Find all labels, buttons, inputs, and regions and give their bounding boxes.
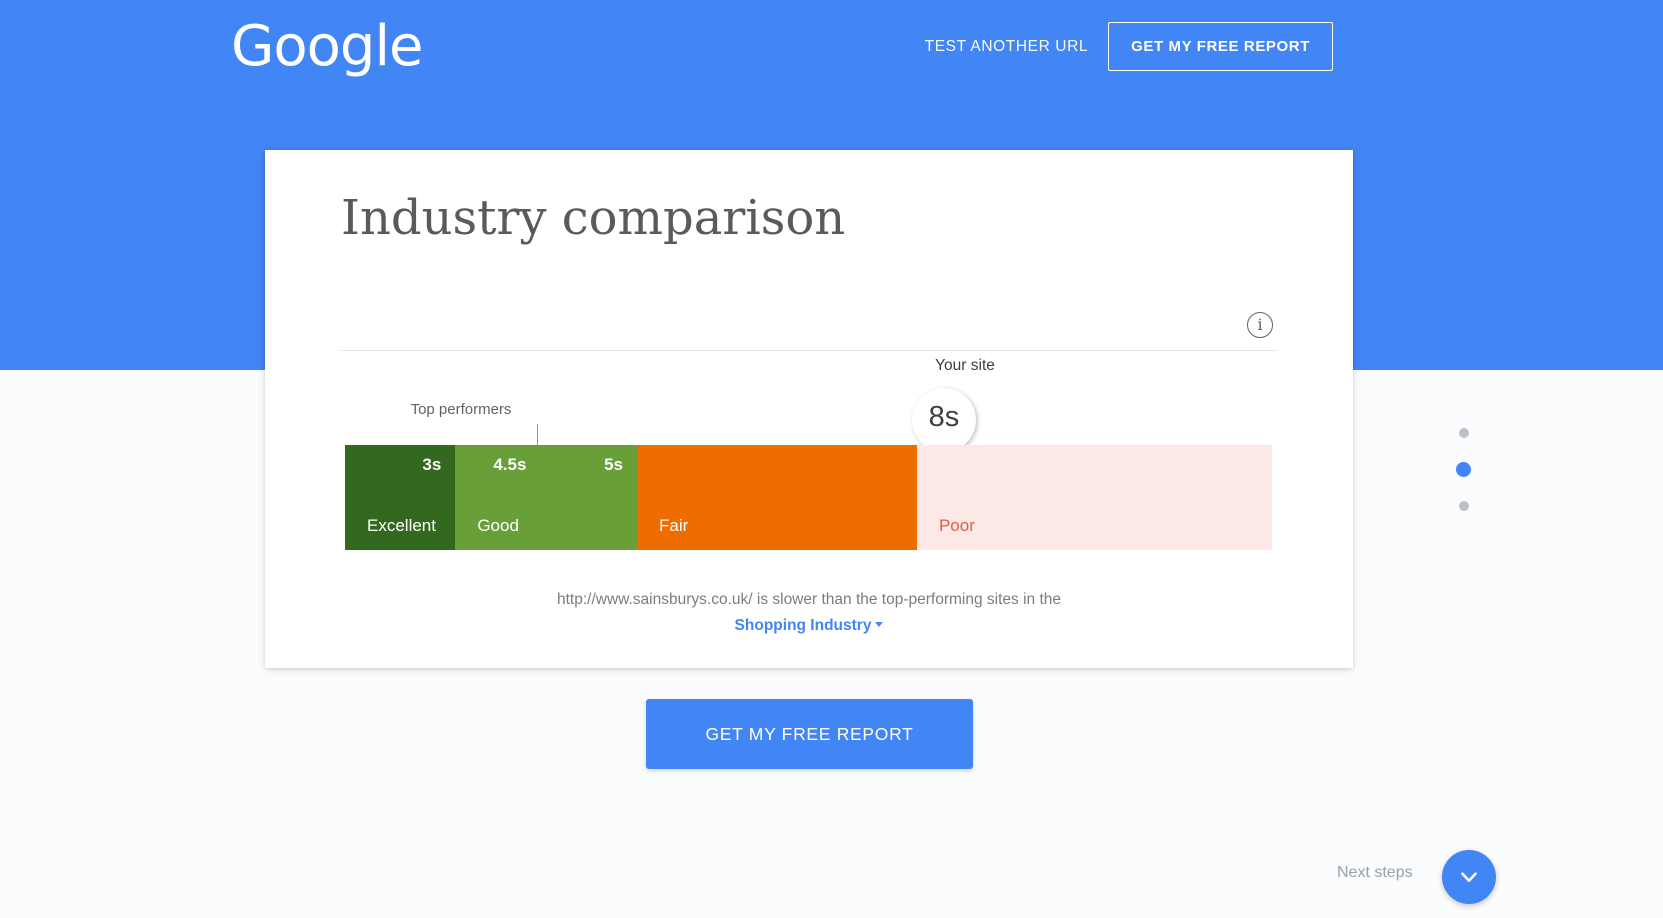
header-bar: Google TEST ANOTHER URL GET MY FREE REPO… [0, 0, 1663, 95]
get-free-report-button[interactable]: GET MY FREE REPORT [646, 699, 973, 769]
info-icon[interactable]: i [1247, 312, 1273, 338]
band-boundary-time-good: 4.5s [493, 455, 527, 474]
chevron-down-icon [875, 622, 884, 627]
speed-band-bar: 3s Excellent 4.5s 5s Good Fair Poor [345, 445, 1272, 550]
scroll-down-button[interactable] [1442, 850, 1496, 904]
chevron-down-icon [1461, 872, 1477, 883]
card-divider [341, 350, 1277, 351]
band-label-excellent: Excellent [367, 516, 436, 535]
band-label-poor: Poor [938, 516, 975, 535]
industry-dropdown[interactable]: Shopping Industry [735, 614, 884, 637]
caption-text: is slower than the top-performing sites … [752, 591, 1061, 608]
pagination-dots [1456, 428, 1471, 511]
your-site-annotation: Your site [935, 357, 995, 374]
your-site-value: 8s [928, 400, 960, 433]
caption: http://www.sainsburys.co.uk/ is slower t… [265, 588, 1353, 637]
band-segment-fair: Fair [637, 445, 917, 550]
next-steps-label: Next steps [1337, 864, 1413, 881]
pagination-dot-3[interactable] [1458, 501, 1469, 511]
industry-dropdown-label: Shopping Industry [734, 617, 872, 634]
header-actions: TEST ANOTHER URL GET MY FREE REPORT [925, 22, 1333, 71]
band-segment-good: 4.5s 5s Good [455, 445, 637, 550]
band-label-fair: Fair [659, 516, 689, 535]
top-performers-annotation: Top performers [410, 401, 512, 418]
top-performers-tick [537, 424, 538, 445]
band-boundary-time-excellent: 3s [422, 455, 442, 474]
your-site-marker: 8s [898, 374, 990, 466]
page-title: Industry comparison [341, 190, 846, 246]
industry-comparison-chart: Top performers Your site 8s 3s Excellent… [345, 357, 1272, 600]
pagination-dot-2[interactable] [1456, 462, 1471, 477]
google-logo: Google [231, 14, 423, 79]
band-label-good: Good [477, 516, 519, 535]
header-free-report-button[interactable]: GET MY FREE REPORT [1108, 22, 1333, 71]
industry-comparison-card: Industry comparison i Top performers You… [265, 150, 1353, 668]
band-boundary-time-good-upper: 5s [604, 455, 623, 474]
tested-url: http://www.sainsburys.co.uk/ [557, 591, 753, 608]
band-segment-excellent: 3s Excellent [345, 445, 456, 550]
test-another-url-link[interactable]: TEST ANOTHER URL [925, 38, 1088, 56]
pagination-dot-1[interactable] [1458, 428, 1469, 438]
band-segment-poor: Poor [916, 445, 1272, 550]
